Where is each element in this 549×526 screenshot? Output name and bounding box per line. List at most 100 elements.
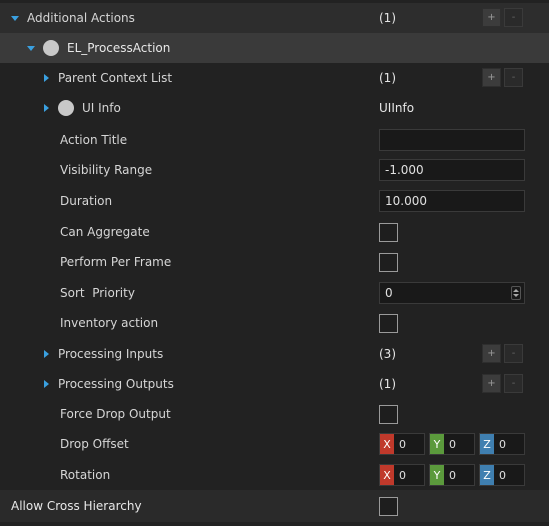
parent-context-list-label: Parent Context List	[58, 71, 173, 85]
processing-inputs-value: (3)	[379, 339, 396, 369]
sort-priority-label: Sort Priority	[60, 286, 135, 300]
y-axis-label: Y	[430, 434, 444, 454]
parent-context-list-value: (1)	[379, 63, 396, 93]
duration-label: Duration	[60, 194, 113, 208]
processing-outputs-buttons: + -	[482, 374, 523, 393]
collapsed-arrow-icon[interactable]	[44, 104, 49, 112]
allow-cross-hierarchy-label: Allow Cross Hierarchy	[11, 499, 142, 513]
ui-info-value: UIInfo	[379, 101, 415, 115]
drop-offset-row: Drop Offset X 0 Y 0 Z 0	[0, 429, 549, 459]
additional-actions-label: Additional Actions	[27, 11, 135, 25]
processing-inputs-count: (3)	[379, 347, 396, 361]
inventory-action-label: Inventory action	[60, 316, 159, 330]
can-aggregate-label: Can Aggregate	[60, 225, 150, 239]
action-title-row: Action Title	[0, 125, 549, 155]
parent-context-list-row[interactable]: Parent Context List (1) + -	[0, 63, 549, 93]
perform-per-frame-row: Perform Per Frame	[0, 247, 549, 277]
force-drop-output-checkbox[interactable]	[379, 404, 398, 424]
action-title-label: Action Title	[60, 133, 128, 147]
processing-outputs-row[interactable]: Processing Outputs (1) + -	[0, 369, 549, 399]
sort-priority-input[interactable]: 0	[379, 282, 525, 304]
drop-offset-z-value[interactable]: 0	[494, 434, 506, 454]
ui-info-value-cell: UIInfo	[379, 93, 414, 123]
processing-outputs-count: (1)	[379, 377, 396, 391]
additional-actions-row[interactable]: Additional Actions (1) + -	[0, 3, 549, 33]
processing-inputs-buttons: + -	[482, 344, 523, 363]
allow-cross-hierarchy-checkbox[interactable]	[379, 496, 398, 516]
sort-priority-row: Sort Priority 0	[0, 278, 549, 308]
additional-actions-count: (1)	[379, 11, 396, 25]
allow-cross-hierarchy-row: Allow Cross Hierarchy	[0, 490, 549, 522]
remove-button[interactable]: -	[504, 374, 523, 393]
stepper-icon[interactable]	[511, 286, 521, 300]
rotation-x-field[interactable]: X 0	[379, 464, 425, 486]
y-axis-label: Y	[430, 465, 444, 485]
collapsed-arrow-icon[interactable]	[44, 380, 49, 388]
duration-row: Duration 10.000	[0, 186, 549, 216]
action-title-input[interactable]	[379, 129, 525, 151]
processing-outputs-label: Processing Outputs	[58, 377, 174, 391]
processing-inputs-row[interactable]: Processing Inputs (3) + -	[0, 339, 549, 369]
rotation-z-field[interactable]: Z 0	[479, 464, 525, 486]
process-action-toggle[interactable]: EL_ProcessAction	[27, 40, 170, 56]
force-drop-output-row: Force Drop Output	[0, 399, 549, 429]
process-action-row[interactable]: EL_ProcessAction	[0, 33, 549, 63]
drop-offset-x-value[interactable]: 0	[394, 434, 406, 454]
x-axis-label: X	[380, 465, 394, 485]
expand-arrow-icon[interactable]	[27, 45, 35, 51]
process-action-label: EL_ProcessAction	[67, 41, 171, 55]
perform-per-frame-checkbox[interactable]	[379, 252, 398, 272]
ui-info-label: UI Info	[82, 101, 121, 115]
duration-input[interactable]: 10.000	[379, 190, 525, 212]
add-button[interactable]: +	[482, 374, 501, 393]
rotation-x-value[interactable]: 0	[394, 465, 406, 485]
drop-offset-vector: X 0 Y 0 Z 0	[379, 433, 525, 455]
z-axis-label: Z	[480, 434, 494, 454]
additional-actions-buttons: + -	[482, 8, 523, 27]
expand-arrow-icon[interactable]	[11, 15, 19, 21]
can-aggregate-row: Can Aggregate	[0, 217, 549, 247]
ui-info-row[interactable]: UI Info UIInfo	[0, 93, 549, 123]
inspector-panel: Additional Actions (1) + - EL_ProcessAct…	[0, 0, 549, 526]
force-drop-output-label: Force Drop Output	[60, 407, 171, 421]
additional-actions-toggle[interactable]: Additional Actions	[11, 11, 135, 25]
rotation-y-value[interactable]: 0	[444, 465, 456, 485]
parent-context-list-count: (1)	[379, 71, 396, 85]
processing-inputs-toggle[interactable]: Processing Inputs	[44, 347, 163, 361]
rotation-vector: X 0 Y 0 Z 0	[379, 464, 525, 486]
rotation-y-field[interactable]: Y 0	[429, 464, 475, 486]
visibility-range-label: Visibility Range	[60, 163, 153, 177]
ui-info-toggle[interactable]: UI Info	[44, 100, 121, 116]
drop-offset-z-field[interactable]: Z 0	[479, 433, 525, 455]
object-circle-icon	[58, 100, 74, 116]
processing-outputs-toggle[interactable]: Processing Outputs	[44, 377, 174, 391]
add-button[interactable]: +	[482, 68, 501, 87]
drop-offset-label: Drop Offset	[60, 437, 129, 451]
visibility-range-input[interactable]: -1.000	[379, 159, 525, 181]
additional-actions-value: (1)	[379, 3, 396, 33]
can-aggregate-checkbox[interactable]	[379, 222, 398, 242]
sort-priority-value: 0	[385, 286, 393, 300]
collapsed-arrow-icon[interactable]	[44, 350, 49, 358]
rotation-row: Rotation X 0 Y 0 Z 0	[0, 460, 549, 490]
object-circle-icon	[43, 40, 59, 56]
drop-offset-y-field[interactable]: Y 0	[429, 433, 475, 455]
inventory-action-checkbox[interactable]	[379, 313, 398, 333]
visibility-range-row: Visibility Range -1.000	[0, 155, 549, 185]
parent-context-list-toggle[interactable]: Parent Context List	[44, 71, 172, 85]
processing-outputs-value: (1)	[379, 369, 396, 399]
remove-button[interactable]: -	[504, 68, 523, 87]
remove-button[interactable]: -	[504, 8, 523, 27]
z-axis-label: Z	[480, 465, 494, 485]
add-button[interactable]: +	[482, 344, 501, 363]
drop-offset-y-value[interactable]: 0	[444, 434, 456, 454]
collapsed-arrow-icon[interactable]	[44, 74, 49, 82]
x-axis-label: X	[380, 434, 394, 454]
parent-context-list-buttons: + -	[482, 68, 523, 87]
processing-inputs-label: Processing Inputs	[58, 347, 164, 361]
inventory-action-row: Inventory action	[0, 308, 549, 338]
add-button[interactable]: +	[482, 8, 501, 27]
drop-offset-x-field[interactable]: X 0	[379, 433, 425, 455]
remove-button[interactable]: -	[504, 344, 523, 363]
rotation-z-value[interactable]: 0	[494, 465, 506, 485]
